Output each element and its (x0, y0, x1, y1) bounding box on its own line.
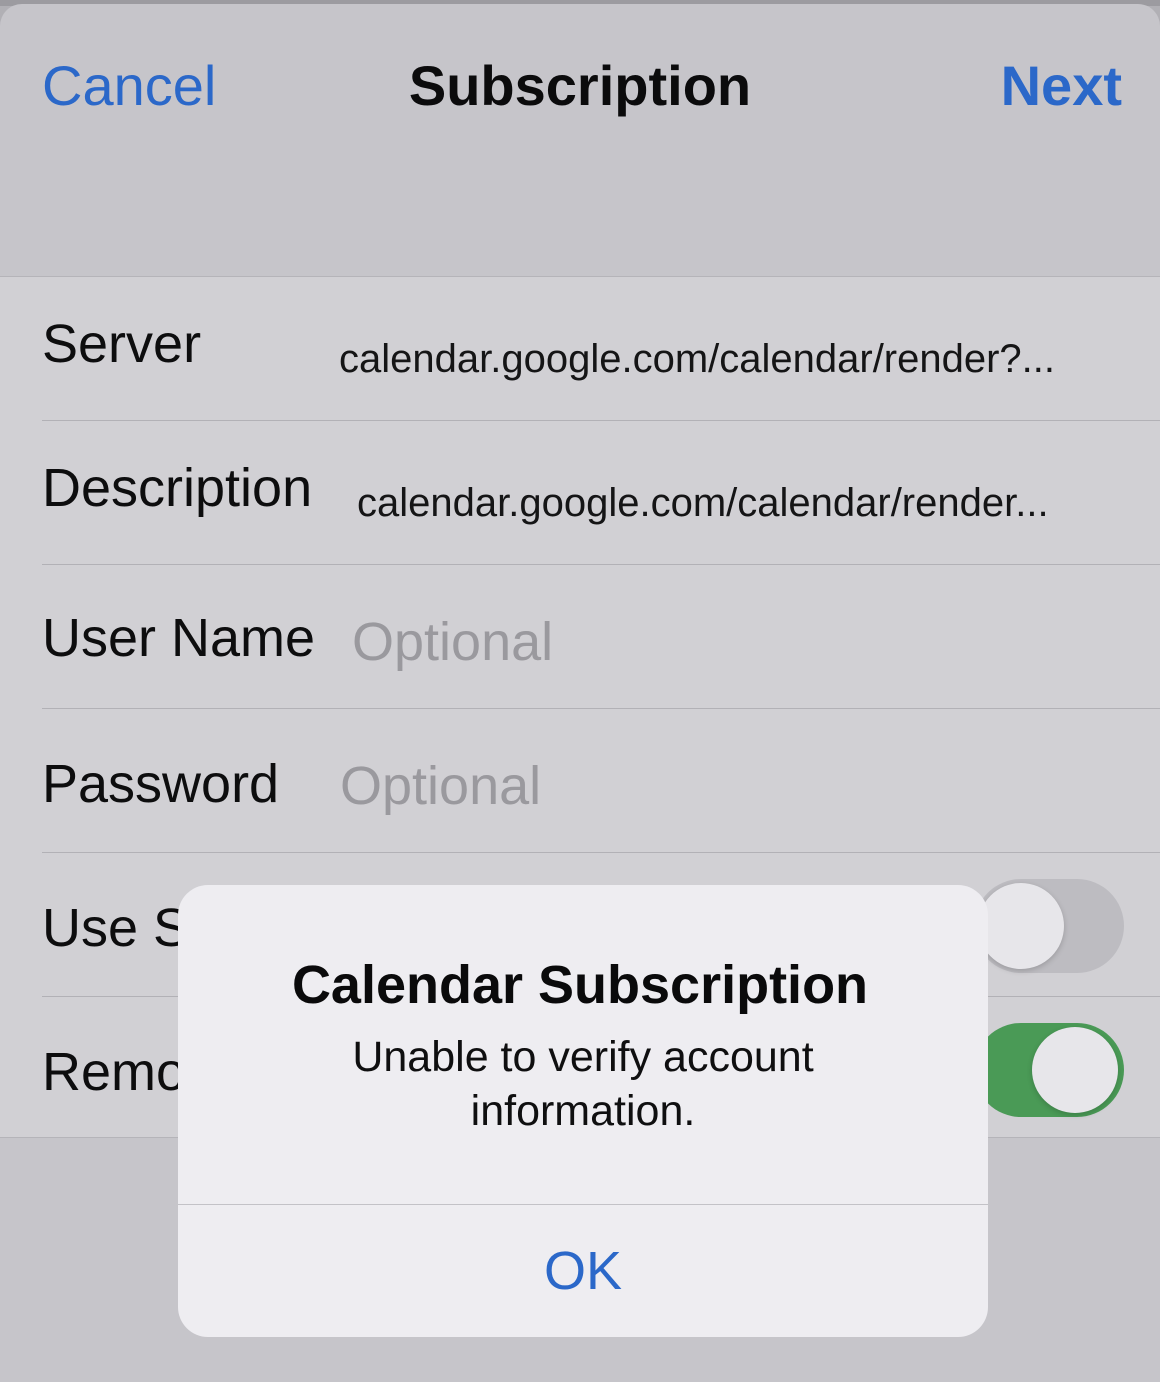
server-label: Server (42, 314, 202, 374)
toggle-knob (1032, 1027, 1118, 1113)
alert-title: Calendar Subscription (291, 955, 869, 1015)
next-button[interactable]: Next (1001, 58, 1122, 114)
username-label: User Name (42, 608, 316, 668)
alert-message: Unable to verify account information. (352, 1033, 814, 1135)
remove-alarms-label: Remo (42, 1042, 187, 1102)
toggle-knob (978, 883, 1064, 969)
password-field[interactable]: Optional (340, 759, 541, 813)
server-row[interactable]: Server calendar.google.com/calendar/rend… (0, 277, 1160, 421)
screen: Cancel Subscription Next Server calendar… (0, 0, 1160, 1382)
password-row[interactable]: Password Optional (0, 709, 1160, 853)
ok-button[interactable]: OK (178, 1205, 988, 1337)
use-ssl-label: Use S (42, 898, 190, 958)
server-field[interactable]: calendar.google.com/calendar/render?... (339, 339, 1055, 379)
username-row[interactable]: User Name Optional (0, 565, 1160, 709)
description-row[interactable]: Description calendar.google.com/calendar… (0, 421, 1160, 565)
description-label: Description (42, 458, 313, 518)
page-title: Subscription (408, 54, 752, 117)
description-field[interactable]: calendar.google.com/calendar/render... (357, 483, 1049, 523)
password-label: Password (42, 754, 280, 814)
username-field[interactable]: Optional (352, 615, 553, 669)
remove-alarms-toggle[interactable] (974, 1023, 1124, 1117)
